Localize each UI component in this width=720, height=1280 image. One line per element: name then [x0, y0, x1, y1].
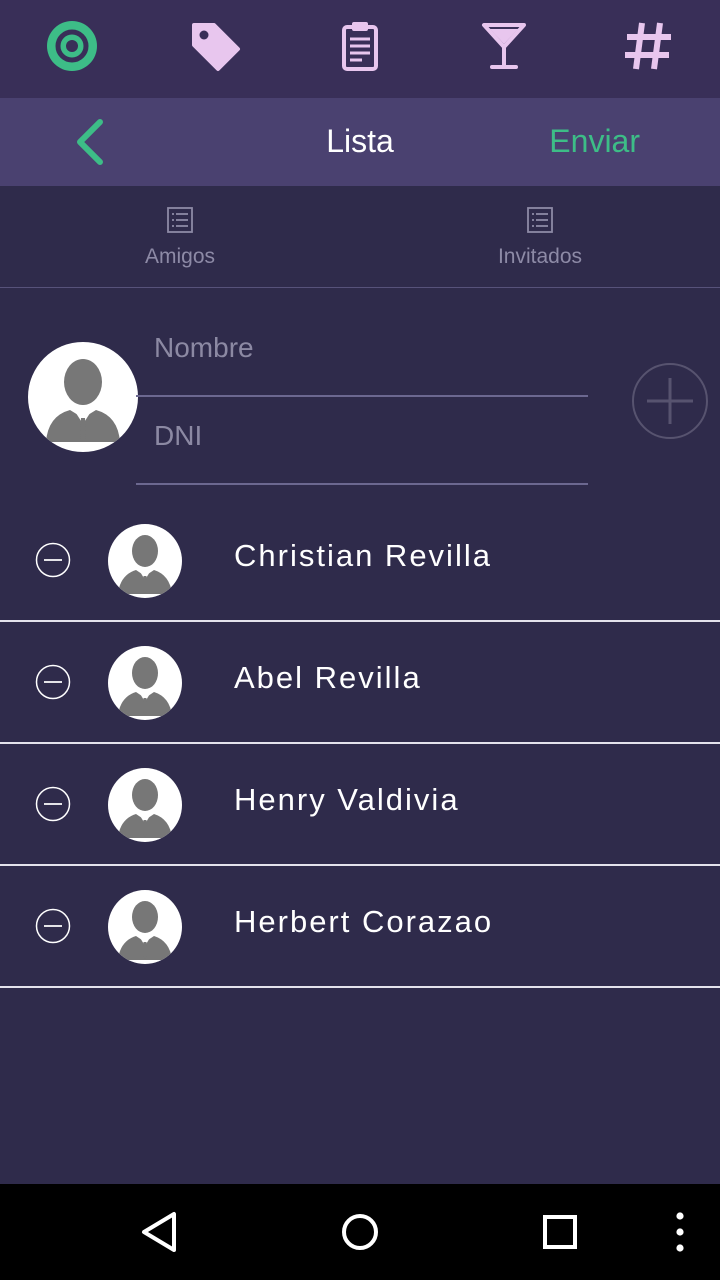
nav-home-button[interactable]	[330, 1202, 390, 1262]
guest-name: Herbert Corazao	[234, 904, 494, 939]
tab-invitados[interactable]: Invitados	[360, 186, 720, 287]
person-silhouette-icon	[118, 657, 172, 716]
tab-bar: Amigos Invitados	[0, 186, 720, 288]
tab-invitados-label: Invitados	[497, 245, 583, 268]
chevron-left-icon	[77, 119, 103, 165]
guest-row[interactable]: Henry Valdivia	[0, 744, 720, 866]
back-triangle-icon	[142, 1212, 176, 1252]
home-circle-icon	[342, 1214, 378, 1250]
remove-guest-button[interactable]	[35, 542, 71, 578]
guest-name: Abel Revilla	[234, 660, 422, 695]
plus-circle-icon	[632, 363, 708, 439]
send-button[interactable]: Enviar	[549, 98, 640, 186]
remove-guest-button[interactable]	[35, 786, 71, 822]
nav-back-button[interactable]	[130, 1202, 190, 1262]
tab-amigos[interactable]: Amigos	[0, 186, 360, 287]
clipboard-icon[interactable]	[331, 17, 389, 75]
guest-name: Henry Valdivia	[234, 782, 460, 817]
target-icon[interactable]	[43, 17, 101, 75]
guest-row[interactable]: Christian Revilla	[0, 500, 720, 622]
person-silhouette-icon	[46, 359, 120, 442]
person-silhouette-icon	[118, 779, 172, 838]
name-field[interactable]	[136, 309, 588, 397]
hashtag-icon[interactable]	[619, 17, 677, 75]
minus-circle-icon	[35, 664, 71, 700]
guest-row[interactable]: Herbert Corazao	[0, 866, 720, 988]
list-icon	[167, 207, 193, 233]
recents-square-icon	[543, 1215, 577, 1249]
tag-icon[interactable]	[186, 17, 244, 75]
cocktail-icon[interactable]	[475, 17, 533, 75]
name-input[interactable]	[152, 325, 576, 371]
list-icon	[527, 207, 553, 233]
nav-recents-button[interactable]	[530, 1202, 590, 1262]
guest-row[interactable]: Abel Revilla	[0, 622, 720, 744]
more-vertical-icon	[676, 1212, 684, 1252]
guest-name: Christian Revilla	[234, 538, 492, 573]
avatar	[108, 524, 182, 598]
dni-input[interactable]	[152, 413, 576, 459]
minus-circle-icon	[35, 908, 71, 944]
add-guest-button[interactable]	[632, 363, 708, 439]
system-nav-bar	[0, 1184, 720, 1280]
header-bar: Lista Enviar	[0, 98, 720, 186]
back-button[interactable]	[60, 112, 120, 172]
remove-guest-button[interactable]	[35, 664, 71, 700]
avatar	[108, 890, 182, 964]
person-silhouette-icon	[118, 535, 172, 594]
dni-field[interactable]	[136, 397, 588, 485]
person-silhouette-icon	[118, 901, 172, 960]
top-icon-bar	[0, 0, 720, 98]
tab-amigos-label: Amigos	[144, 245, 216, 268]
minus-circle-icon	[35, 542, 71, 578]
remove-guest-button[interactable]	[35, 908, 71, 944]
minus-circle-icon	[35, 786, 71, 822]
avatar	[108, 768, 182, 842]
avatar	[108, 646, 182, 720]
avatar-picker[interactable]	[28, 342, 138, 452]
nav-menu-button[interactable]	[650, 1202, 710, 1262]
